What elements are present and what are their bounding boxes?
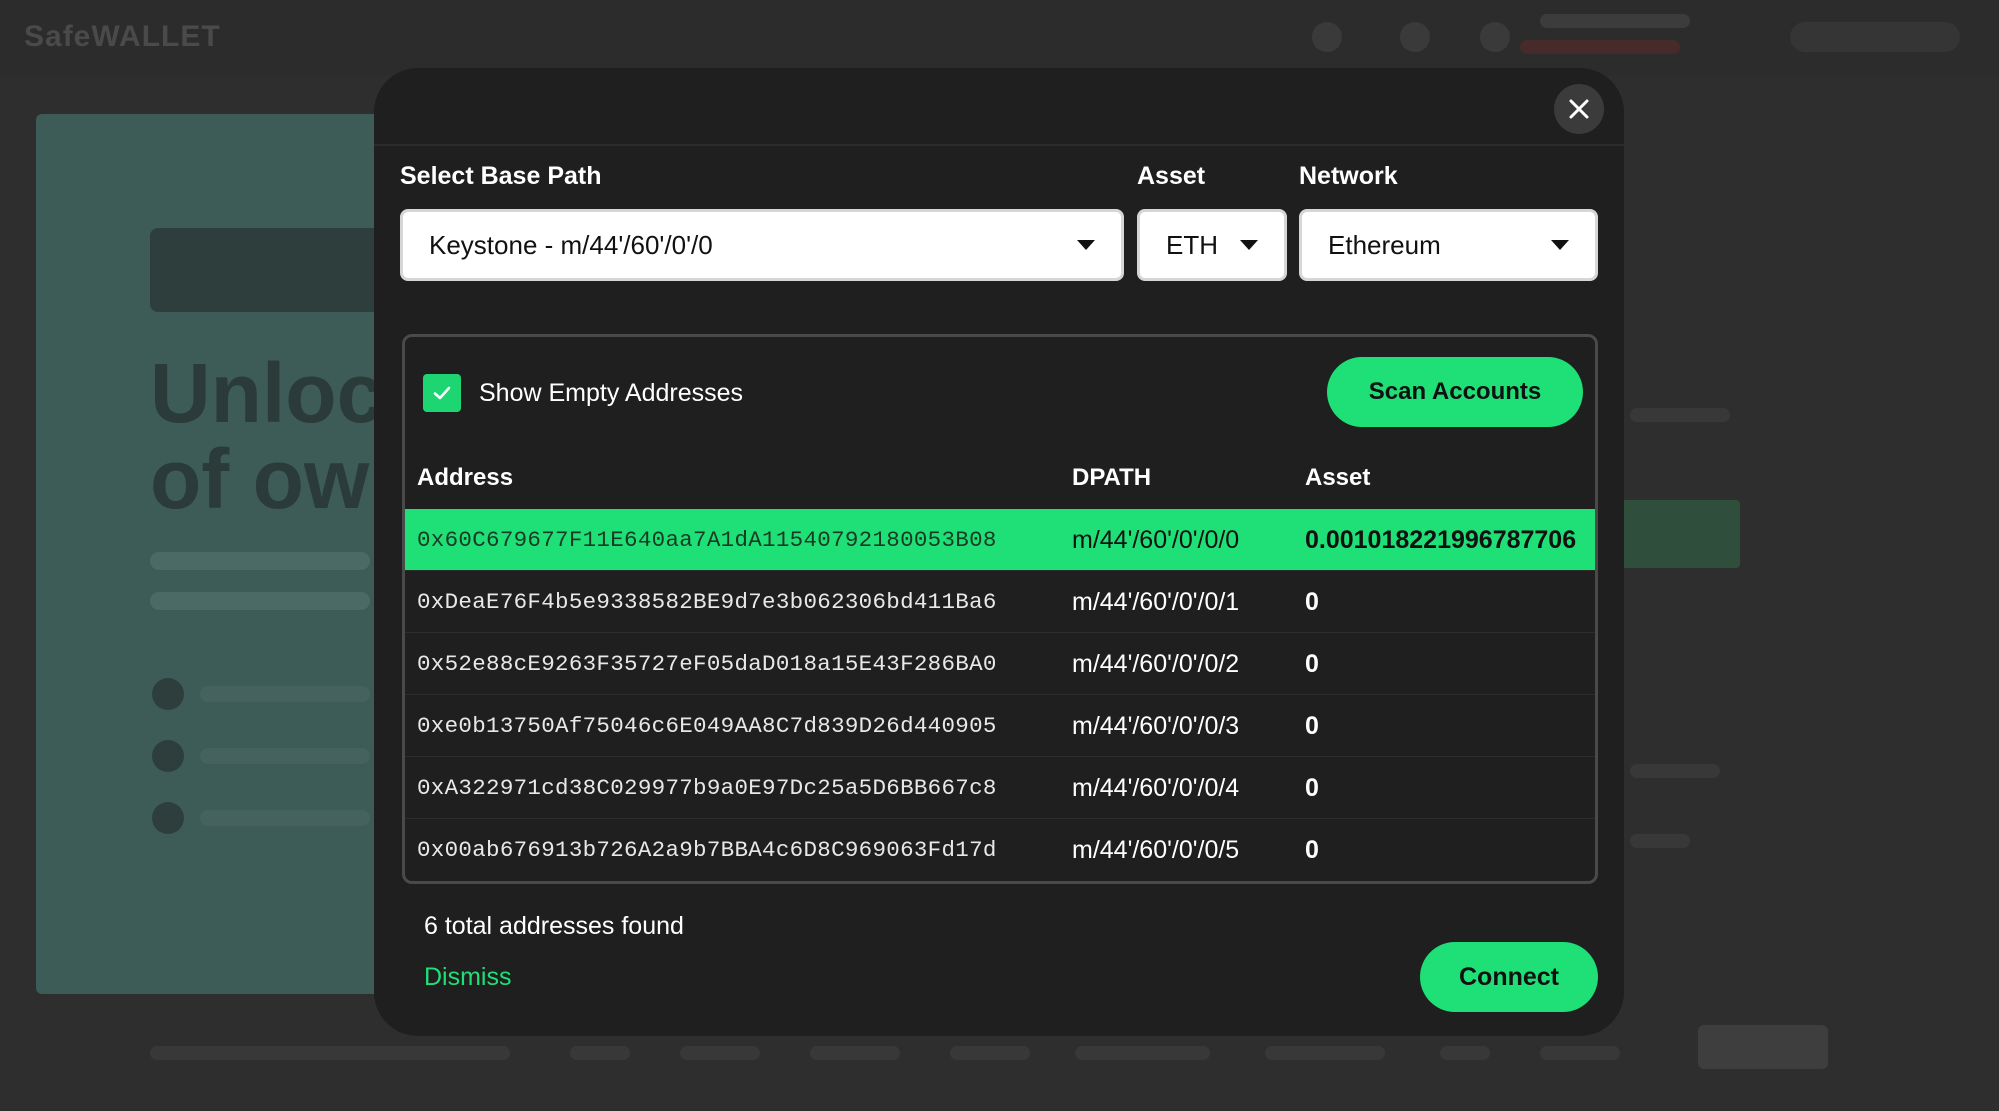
background-footer-link [1540,1046,1620,1060]
background-footer-link [950,1046,1030,1060]
table-row[interactable]: 0xDeaE76F4b5e9338582BE9d7e3b062306bd411B… [405,571,1595,633]
background-header: SafeWALLET [0,0,1999,76]
address-table-panel: Show Empty Addresses Scan Accounts Addre… [402,334,1598,884]
dpath-cell: m/44'/60'/0'/0/5 [1072,836,1240,864]
app-logo: SafeWALLET [24,20,221,53]
close-button[interactable] [1554,84,1604,134]
base-path-select[interactable]: Keystone - m/44'/60'/0'/0 [400,209,1124,281]
background-footer-link [1265,1046,1385,1060]
background-right-text [1630,834,1690,848]
background-footer-link [570,1046,630,1060]
asset-column-header: Asset [1305,464,1371,491]
address-list: 0x60C679677F11E640aa7A1dA11540792180053B… [405,509,1595,881]
checkmark-icon [433,386,451,400]
network-select[interactable]: Ethereum [1299,209,1598,281]
chevron-down-icon [1551,240,1569,250]
addresses-found-count: 6 total addresses found [424,912,684,940]
address-cell: 0x00ab676913b726A2a9b7BBA4c6D8C969063Fd1… [417,837,997,863]
chevron-down-icon [1240,240,1258,250]
account-status-placeholder [1520,40,1680,54]
close-icon [1569,99,1589,119]
table-row[interactable]: 0xe0b13750Af75046c6E049AA8C7d839D26d4409… [405,695,1595,757]
address-cell: 0x52e88cE9263F35727eF05daD018a15E43F286B… [417,651,997,677]
modal-header [374,68,1624,146]
address-cell: 0xA322971cd38C029977b9a0E97Dc25a5D6BB667… [417,775,997,801]
background-hero-text-line [150,552,370,570]
connect-hardware-wallet-modal: Select Base Path Asset Network Keystone … [374,68,1624,1036]
address-cell: 0x60C679677F11E640aa7A1dA11540792180053B… [417,527,997,553]
address-cell: 0xDeaE76F4b5e9338582BE9d7e3b062306bd411B… [417,589,997,615]
base-path-label: Select Base Path [400,162,602,190]
dpath-cell: m/44'/60'/0'/0/2 [1072,650,1240,678]
notifications-icon [1400,22,1430,52]
background-footer-link [1440,1046,1490,1060]
show-empty-addresses-label: Show Empty Addresses [479,379,744,407]
background-bullet-icon [152,802,184,834]
account-name-placeholder [1540,14,1690,28]
asset-select[interactable]: ETH [1137,209,1287,281]
dpath-cell: m/44'/60'/0'/0/4 [1072,774,1240,802]
table-row[interactable]: 0x52e88cE9263F35727eF05daD018a15E43F286B… [405,633,1595,695]
dpath-column-header: DPATH [1072,464,1152,491]
network-value: Ethereum [1328,229,1441,260]
address-column-header: Address [417,464,514,491]
asset-cell: 0 [1305,712,1319,740]
background-footer-link [1075,1046,1210,1060]
background-footer-link [810,1046,900,1060]
table-row[interactable]: 0x60C679677F11E640aa7A1dA11540792180053B… [405,509,1595,571]
account-avatar-icon [1480,22,1510,52]
background-footer-button [1698,1025,1828,1069]
background-hero-text-line [150,592,370,610]
background-bullet-text [200,810,370,826]
chevron-down-icon [1077,240,1095,250]
background-footer-link [680,1046,760,1060]
background-right-text [1630,408,1730,422]
show-empty-addresses-checkbox[interactable] [423,374,461,412]
dpath-cell: m/44'/60'/0'/0/1 [1072,588,1240,616]
background-right-block [1620,500,1740,568]
settings-icon [1312,22,1342,52]
connect-button[interactable]: Connect [1420,942,1598,1012]
background-bullet-text [200,686,370,702]
asset-cell: 0 [1305,588,1319,616]
background-bullet-icon [152,740,184,772]
address-cell: 0xe0b13750Af75046c6E049AA8C7d839D26d4409… [417,713,997,739]
background-right-text [1630,764,1720,778]
asset-value: ETH [1166,229,1218,260]
asset-cell: 0 [1305,836,1319,864]
dpath-cell: m/44'/60'/0'/0/0 [1072,526,1240,554]
asset-cell: 0 [1305,650,1319,678]
asset-cell: 0 [1305,774,1319,802]
table-row[interactable]: 0x00ab676913b726A2a9b7BBA4c6D8C969063Fd1… [405,819,1595,881]
asset-cell: 0.001018221996787706 [1305,526,1577,554]
scan-accounts-button[interactable]: Scan Accounts [1327,357,1583,427]
dpath-cell: m/44'/60'/0'/0/3 [1072,712,1240,740]
dismiss-link[interactable]: Dismiss [424,963,512,992]
background-footer-text [150,1046,510,1060]
asset-label: Asset [1137,162,1206,190]
background-bullet-text [200,748,370,764]
network-selector-background [1790,22,1960,52]
base-path-value: Keystone - m/44'/60'/0'/0 [429,229,713,260]
table-row[interactable]: 0xA322971cd38C029977b9a0E97Dc25a5D6BB667… [405,757,1595,819]
background-bullet-icon [152,678,184,710]
network-label: Network [1299,162,1398,190]
